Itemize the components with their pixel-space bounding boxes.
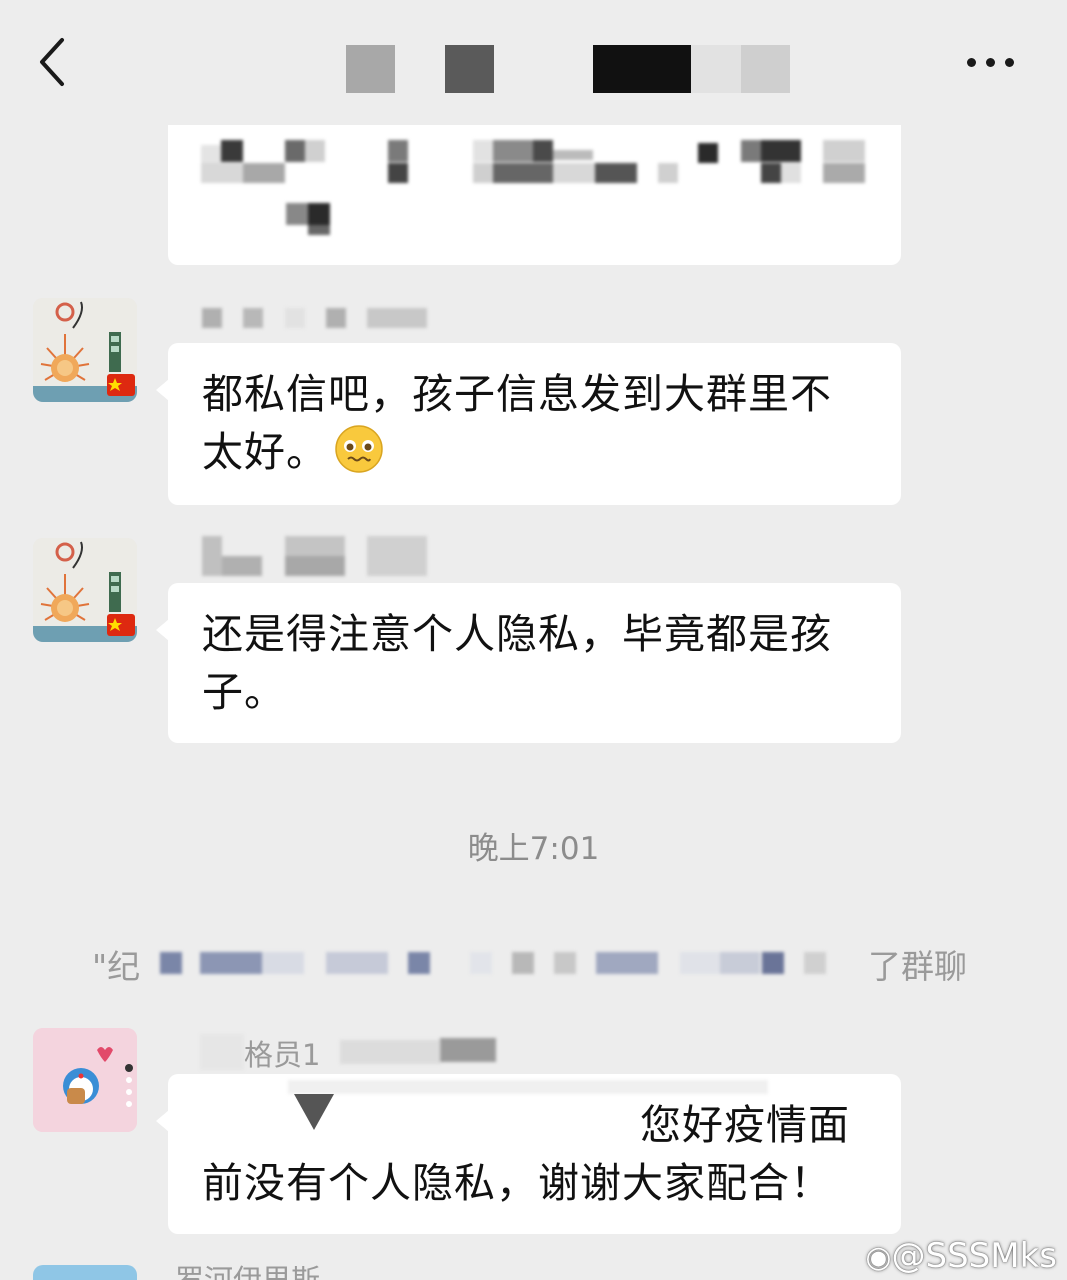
avatar[interactable]: [33, 1265, 137, 1280]
message-text: 您好疫情面前没有个人隐私，谢谢大家配合！: [202, 1101, 850, 1207]
system-notice-prefix: "纪: [92, 947, 141, 986]
sender-name-fragment: 格员1: [244, 1038, 321, 1072]
sun-drawing-avatar-icon: [33, 538, 137, 642]
message-bubble-redacted[interactable]: [168, 125, 901, 265]
top-bar: [0, 0, 1067, 125]
message-text: 都私信吧，孩子信息发到大群里不太好。: [202, 370, 832, 476]
message-bubble[interactable]: 都私信吧，孩子信息发到大群里不太好。: [156, 343, 901, 505]
more-button[interactable]: [958, 50, 1030, 76]
sun-drawing-avatar-icon: [33, 298, 137, 402]
back-button[interactable]: [30, 30, 80, 94]
message-bubble[interactable]: 还是得注意个人隐私，毕竟都是孩子。: [156, 583, 901, 743]
watermark-text: @SSSMks: [891, 1236, 1057, 1276]
avatar[interactable]: [33, 298, 137, 402]
pleading-face-emoji-icon: [334, 424, 384, 474]
message-bubble[interactable]: 您好疫情面前没有个人隐私，谢谢大家配合！: [156, 1074, 901, 1234]
timestamp: 晚上7:01: [467, 831, 600, 867]
doraemon-avatar-icon: [33, 1028, 137, 1132]
weibo-watermark: ◉@SSSMks: [865, 1236, 1057, 1276]
weibo-logo-icon: ◉: [865, 1240, 892, 1275]
sender-name: 罗河伊里斯: [175, 1264, 320, 1280]
avatar[interactable]: [33, 1028, 137, 1132]
system-notice-suffix: 了群聊: [868, 947, 967, 986]
avatar[interactable]: [33, 538, 137, 642]
message-text: 还是得注意个人隐私，毕竟都是孩子。: [202, 610, 832, 716]
chevron-left-icon: [30, 30, 80, 94]
